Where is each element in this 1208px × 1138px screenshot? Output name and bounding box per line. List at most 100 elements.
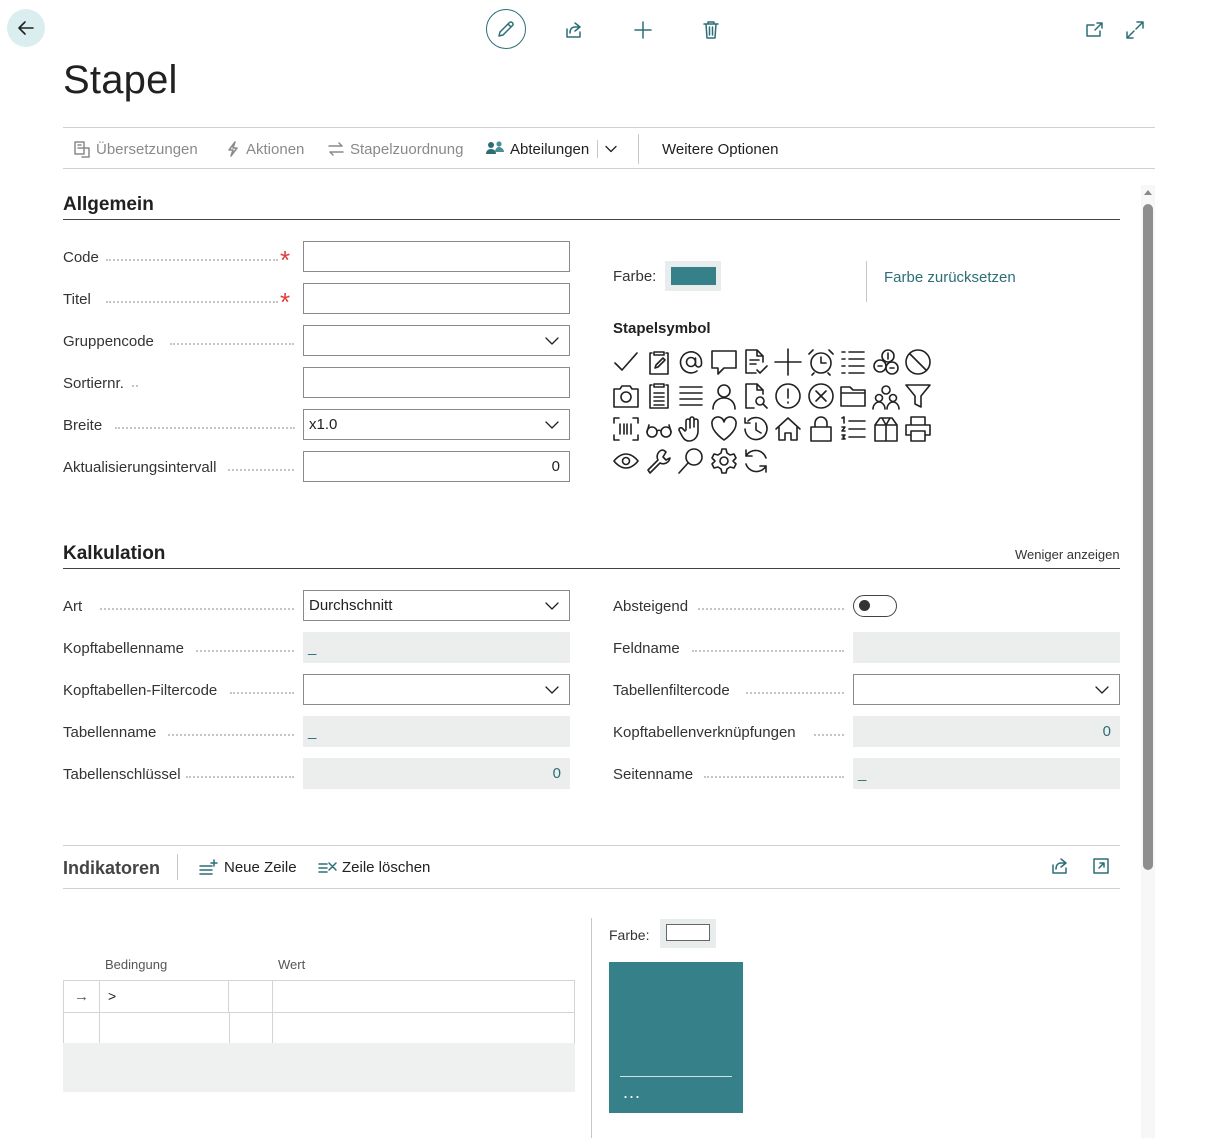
feldname-field[interactable] bbox=[853, 632, 1120, 663]
bedingung-cell[interactable]: > bbox=[99, 981, 229, 1012]
wert-cell[interactable] bbox=[272, 981, 574, 1012]
document-search-icon[interactable] bbox=[742, 382, 770, 410]
tabellenname-field[interactable]: _ bbox=[303, 716, 570, 747]
alert-icon[interactable] bbox=[774, 382, 802, 410]
eye-icon[interactable] bbox=[612, 447, 640, 475]
chevron-down-icon bbox=[545, 421, 559, 429]
cancel-icon[interactable] bbox=[807, 382, 835, 410]
indikatoren-share-button[interactable] bbox=[1050, 856, 1070, 876]
chevron-down-icon bbox=[1095, 686, 1109, 694]
art-select[interactable]: Durchschnitt bbox=[303, 590, 570, 621]
uebersetzungen-action[interactable]: Übersetzungen bbox=[73, 128, 198, 170]
aktualisierungsintervall-input[interactable]: 0 bbox=[303, 451, 570, 482]
settings-icon[interactable] bbox=[710, 447, 738, 475]
scroll-up-arrow[interactable] bbox=[1143, 188, 1153, 196]
breite-select[interactable]: x1.0 bbox=[303, 409, 570, 440]
pencil-icon bbox=[498, 21, 514, 37]
barcode-icon[interactable] bbox=[612, 415, 640, 443]
seitenname-field[interactable]: _ bbox=[853, 758, 1120, 789]
back-button[interactable] bbox=[7, 9, 45, 47]
delete-button[interactable] bbox=[701, 20, 721, 40]
camera-icon[interactable] bbox=[612, 382, 640, 410]
section-divider bbox=[63, 219, 1120, 220]
list-icon[interactable] bbox=[839, 348, 867, 376]
wert-cell[interactable] bbox=[272, 1013, 574, 1044]
plus-icon[interactable] bbox=[774, 348, 802, 376]
page-title: Stapel bbox=[63, 58, 178, 102]
clipboard-edit-icon[interactable] bbox=[645, 348, 673, 376]
share-button[interactable] bbox=[564, 20, 584, 40]
expand-button[interactable] bbox=[1125, 20, 1145, 40]
abteilungen-dropdown[interactable] bbox=[604, 142, 618, 156]
filter-icon[interactable] bbox=[904, 382, 932, 410]
lock-icon[interactable] bbox=[807, 415, 835, 443]
block-icon[interactable] bbox=[904, 348, 932, 376]
indikatoren-expand-button[interactable] bbox=[1091, 856, 1111, 876]
table-row[interactable] bbox=[64, 1013, 574, 1044]
stapelzuordnung-action[interactable]: Stapelzuordnung bbox=[327, 128, 463, 170]
column-header-wert[interactable]: Wert bbox=[278, 957, 305, 972]
required-asterisk: * bbox=[280, 287, 291, 317]
swap-icon bbox=[328, 142, 344, 156]
color-swatch bbox=[671, 267, 716, 285]
box-icon[interactable] bbox=[872, 415, 900, 443]
coins-icon[interactable] bbox=[872, 348, 900, 376]
person-icon[interactable] bbox=[710, 382, 738, 410]
code-input[interactable] bbox=[303, 241, 570, 272]
code-label: Code bbox=[63, 249, 99, 266]
preview-tile[interactable]: ... bbox=[609, 962, 743, 1113]
gruppencode-select[interactable] bbox=[303, 325, 570, 356]
history-icon[interactable] bbox=[742, 415, 770, 443]
open-new-window-button[interactable] bbox=[1085, 20, 1105, 40]
section-title-indikatoren: Indikatoren bbox=[63, 858, 161, 878]
clipboard-list-icon[interactable] bbox=[645, 382, 673, 410]
edit-button[interactable] bbox=[486, 9, 526, 49]
tile-more-button[interactable]: ... bbox=[623, 1082, 641, 1103]
document-check-icon[interactable] bbox=[742, 348, 770, 376]
sortiernr-input[interactable] bbox=[303, 367, 570, 398]
dot-leader bbox=[132, 385, 138, 387]
action-bar: Übersetzungen Aktionen Stapelzuordnung A… bbox=[63, 127, 1155, 169]
kopftabellenname-field[interactable]: _ bbox=[303, 632, 570, 663]
alarm-clock-icon[interactable] bbox=[807, 348, 835, 376]
home-icon[interactable] bbox=[774, 415, 802, 443]
weitere-optionen-action[interactable]: Weitere Optionen bbox=[662, 128, 778, 170]
column-header-bedingung[interactable]: Bedingung bbox=[105, 957, 167, 972]
folder-icon[interactable] bbox=[839, 382, 867, 410]
farbe-picker[interactable] bbox=[665, 261, 721, 291]
zeile-loeschen-button[interactable]: Zeile löschen bbox=[318, 858, 430, 876]
search-icon[interactable] bbox=[677, 447, 705, 475]
abteilungen-action[interactable]: Abteilungen bbox=[485, 128, 589, 170]
heart-icon[interactable] bbox=[710, 415, 738, 443]
weitere-optionen-label: Weitere Optionen bbox=[662, 140, 779, 158]
refresh-icon[interactable] bbox=[742, 447, 770, 475]
hand-icon[interactable] bbox=[677, 415, 705, 443]
abteilungen-label: Abteilungen bbox=[510, 140, 590, 158]
comment-icon[interactable] bbox=[710, 348, 738, 376]
neue-zeile-button[interactable]: Neue Zeile bbox=[199, 858, 297, 876]
check-icon[interactable] bbox=[612, 348, 640, 376]
bedingung-cell[interactable] bbox=[99, 1013, 230, 1044]
divider bbox=[638, 134, 639, 164]
tabellenschluessel-field[interactable]: 0 bbox=[303, 758, 570, 789]
tabellenfiltercode-select[interactable] bbox=[853, 674, 1120, 705]
titel-input[interactable] bbox=[303, 283, 570, 314]
wrench-icon[interactable] bbox=[645, 447, 673, 475]
toggle-knob bbox=[859, 600, 870, 611]
indikator-farbe-picker[interactable] bbox=[660, 919, 716, 948]
absteigend-toggle[interactable] bbox=[853, 595, 897, 617]
aktionen-action[interactable]: Aktionen bbox=[225, 128, 304, 170]
kopftabellen-filtercode-select[interactable] bbox=[303, 674, 570, 705]
farbe-zuruecksetzen-link[interactable]: Farbe zurücksetzen bbox=[884, 269, 1016, 286]
kopftabellenverknuepfungen-field[interactable]: 0 bbox=[853, 716, 1120, 747]
numbered-list-icon[interactable] bbox=[839, 415, 867, 443]
scrollbar-thumb[interactable] bbox=[1143, 204, 1153, 870]
printer-icon[interactable] bbox=[904, 415, 932, 443]
glasses-icon[interactable] bbox=[645, 415, 673, 443]
group-icon[interactable] bbox=[872, 382, 900, 410]
lines-icon[interactable] bbox=[677, 382, 705, 410]
weniger-anzeigen-link[interactable]: Weniger anzeigen bbox=[1015, 547, 1120, 562]
new-button[interactable] bbox=[633, 20, 653, 40]
table-row[interactable]: → > bbox=[64, 981, 574, 1013]
at-icon[interactable] bbox=[677, 348, 705, 376]
